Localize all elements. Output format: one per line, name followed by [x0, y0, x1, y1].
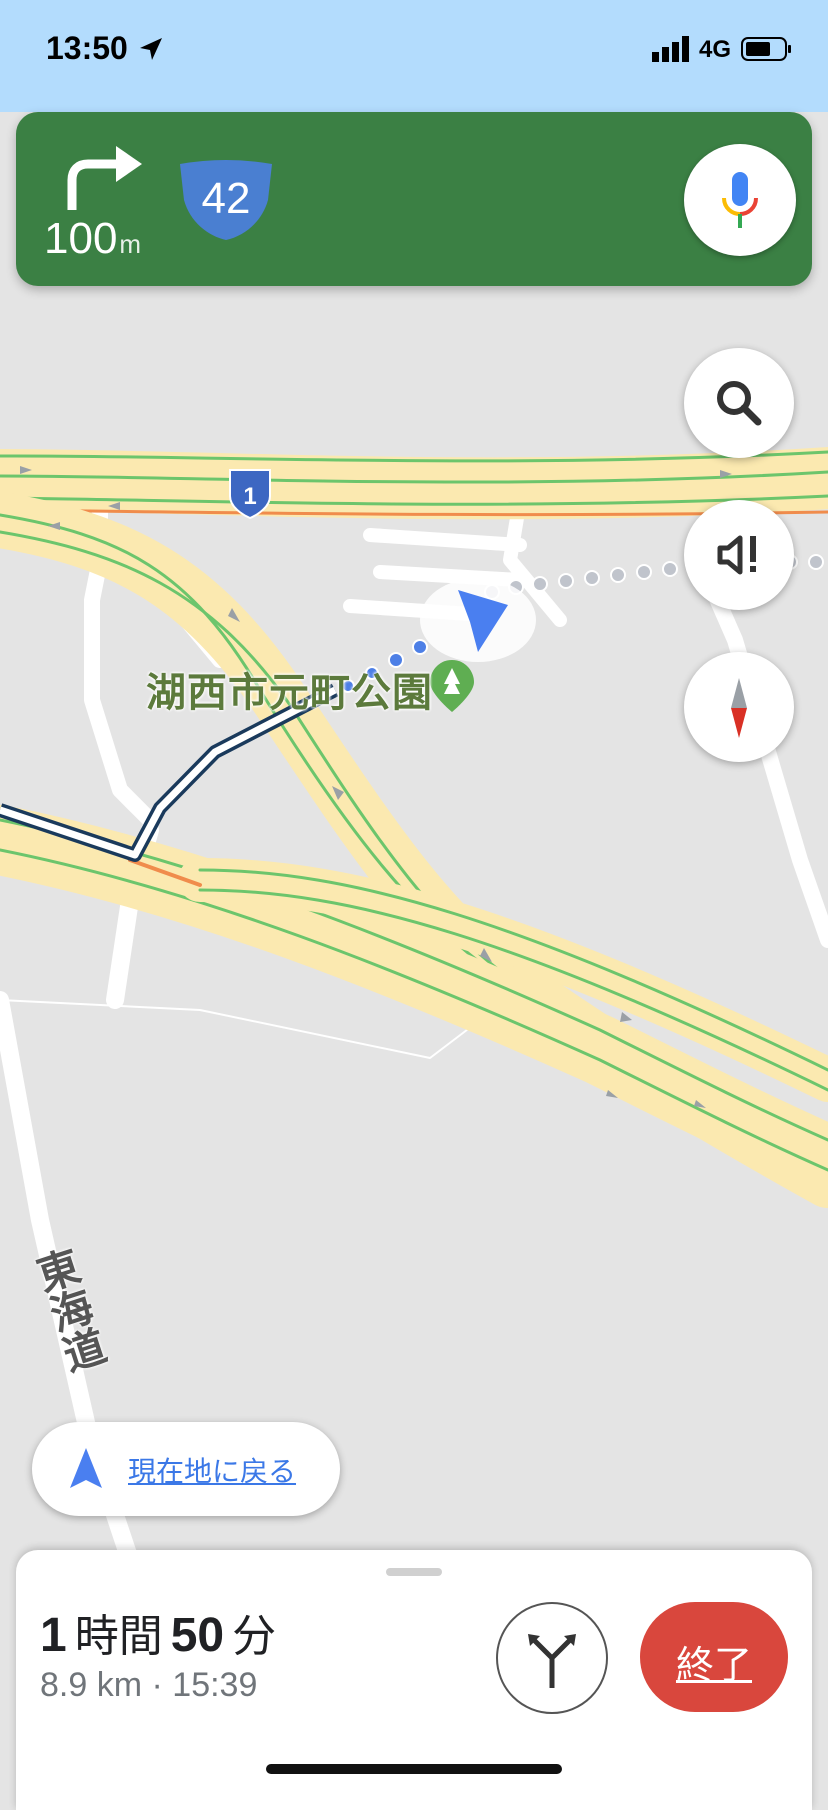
sheet-drag-handle[interactable]: [386, 1568, 442, 1576]
trip-duration: 1 時間 50 分: [40, 1600, 284, 1664]
maneuver-distance: 100m: [44, 214, 141, 264]
recenter-button[interactable]: 現在地に戻る: [32, 1422, 340, 1516]
detail-separator: ·: [151, 1666, 163, 1704]
battery-icon: [741, 37, 791, 61]
hours-unit: 時間: [74, 1612, 163, 1661]
minutes-unit: 分: [232, 1612, 277, 1661]
search-icon: [717, 381, 762, 426]
compass-button[interactable]: [684, 652, 794, 762]
arrival-time: 15:39: [172, 1666, 258, 1704]
network-type: 4G: [699, 36, 732, 63]
distance-value: 100: [44, 214, 118, 263]
duration-minutes: 50: [170, 1609, 225, 1662]
sound-alert-icon: [717, 535, 756, 575]
status-bar: 13:50 4G: [0, 0, 828, 112]
clock: 13:50: [46, 30, 128, 66]
compass-icon: [731, 678, 747, 738]
voice-search-button[interactable]: [684, 144, 796, 256]
trip-details: 8.9 km · 15:39: [40, 1666, 257, 1705]
signal-icon: [652, 36, 689, 62]
navigation-arrow-icon: [70, 1448, 102, 1488]
duration-hours: 1: [40, 1609, 67, 1662]
current-location-marker: [420, 578, 536, 662]
end-label: 終了: [675, 1645, 752, 1687]
microphone-icon: [722, 172, 758, 228]
distance-unit: m: [119, 229, 142, 259]
trip-distance: 8.9 km: [40, 1666, 143, 1704]
location-arrow-icon: [140, 38, 162, 60]
route-number: 42: [201, 174, 251, 223]
park-label: 湖西市元町公園: [146, 671, 433, 715]
home-indicator[interactable]: [266, 1764, 562, 1774]
navigation-banner[interactable]: 100m 42: [16, 112, 812, 286]
turn-right-icon: [67, 146, 142, 210]
recenter-label[interactable]: 現在地に戻る: [128, 1450, 296, 1490]
sound-button[interactable]: [684, 500, 794, 610]
route-shield: 42: [176, 160, 276, 242]
search-button[interactable]: [684, 348, 794, 458]
end-navigation-button[interactable]: 終了: [640, 1602, 788, 1712]
alternate-routes-button[interactable]: [496, 1602, 608, 1714]
alternate-routes-icon: [528, 1634, 576, 1688]
highway-number-label: 1: [243, 483, 256, 510]
